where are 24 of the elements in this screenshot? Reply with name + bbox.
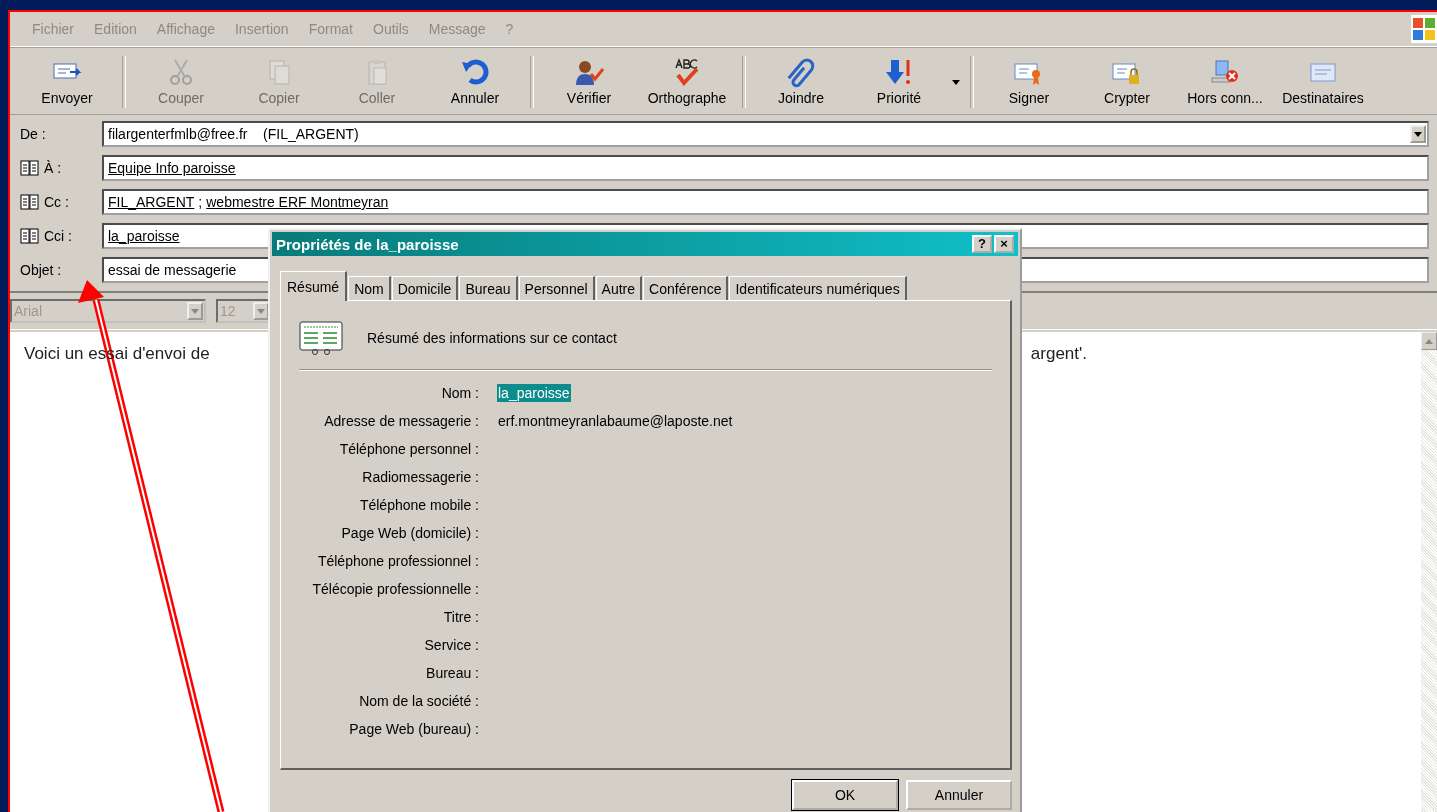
message-text: argent'. (1030, 344, 1087, 364)
field-label: Téléphone personnel : (338, 440, 479, 459)
section-heading: Résumé des informations sur ce contact (367, 330, 617, 346)
field-value: erf.montmeyranlabaume@laposte.net (497, 412, 734, 430)
recipient-separator: ; (198, 194, 203, 210)
field-label: Cci : (44, 228, 72, 244)
field-label: Télécopie professionnelle : (311, 580, 479, 599)
field-label: Page Web (domicile) : (340, 524, 479, 543)
field-label: Page Web (bureau) : (348, 720, 479, 739)
field-label: Service : (423, 636, 479, 655)
field-label: Téléphone mobile : (358, 496, 479, 515)
dialog-title: Propriétés de la_paroisse (276, 235, 460, 253)
field-label: Radiomessagerie : (361, 468, 479, 487)
field-value: la_paroisse (497, 384, 571, 402)
field-label: Bureau : (425, 664, 479, 683)
field-label: À : (44, 160, 62, 176)
field-label: Adresse de messagerie : (323, 412, 479, 431)
field-label: Nom de la société : (358, 692, 479, 711)
field-label: Objet : (20, 262, 62, 278)
field-label: Titre : (442, 608, 479, 627)
field-label: Cc : (44, 194, 69, 210)
field-label: Téléphone professionnel : (316, 552, 479, 571)
field-label: De : (20, 126, 46, 142)
field-label: Nom : (440, 384, 479, 403)
